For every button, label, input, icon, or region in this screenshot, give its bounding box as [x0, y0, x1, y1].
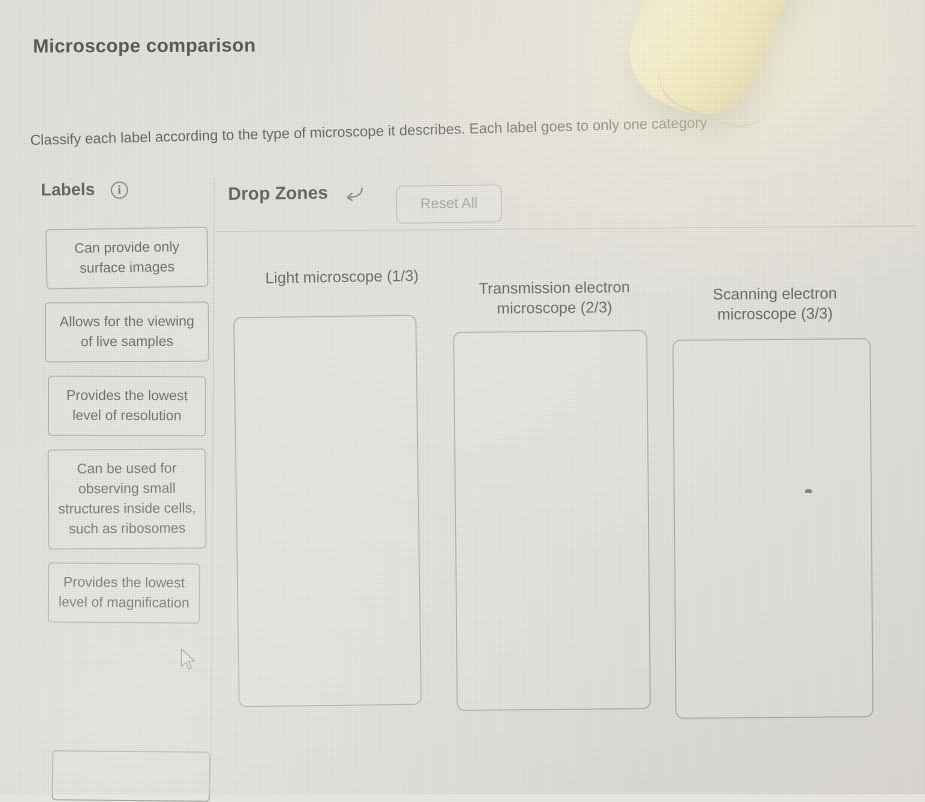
label-card[interactable]: Can provide only surface images: [45, 226, 209, 290]
label-card[interactable]: Provides the lowest level of resolution: [47, 375, 207, 436]
labels-list: Can provide only surface images Allows f…: [44, 226, 210, 637]
dropzone-scanning-electron-microscope[interactable]: [672, 338, 874, 719]
dropzone-light-microscope[interactable]: [233, 314, 422, 708]
labels-panel-title: Labels: [40, 179, 95, 200]
labels-panel-header: Labels i: [41, 180, 128, 201]
label-card[interactable]: Can be used for observing small structur…: [47, 448, 207, 550]
label-card-partial[interactable]: [51, 750, 211, 802]
mouse-cursor: [180, 648, 196, 672]
dropzones-panel-header: Drop Zones: [228, 182, 364, 205]
info-icon[interactable]: i: [110, 181, 128, 199]
dropzone-title-tem: Transmission electron microscope (2/3): [478, 279, 630, 318]
dust-speck-artifact: [805, 489, 812, 493]
page-title: Microscope comparison: [32, 35, 256, 58]
reset-all-button[interactable]: Reset All: [395, 184, 503, 224]
dropzone-title-sem: Scanning electron microscope (3/3): [712, 285, 838, 324]
instruction-text: Classify each label according to the typ…: [30, 115, 708, 149]
dropzone-title-light: Light microscope (1/3): [265, 267, 419, 288]
undo-arrow-icon[interactable]: [344, 184, 364, 202]
label-card[interactable]: Provides the lowest level of magnificati…: [47, 562, 201, 624]
panel-divider: [210, 177, 215, 778]
header-separator: [215, 225, 916, 232]
dropzone-transmission-electron-microscope[interactable]: [453, 330, 651, 711]
label-card[interactable]: Allows for the viewing of live samples: [44, 301, 210, 362]
dropzones-panel-title: Drop Zones: [227, 182, 329, 204]
